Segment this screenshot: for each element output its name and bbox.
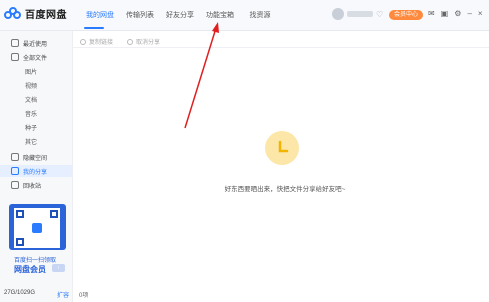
annotation-arrow xyxy=(184,22,219,129)
